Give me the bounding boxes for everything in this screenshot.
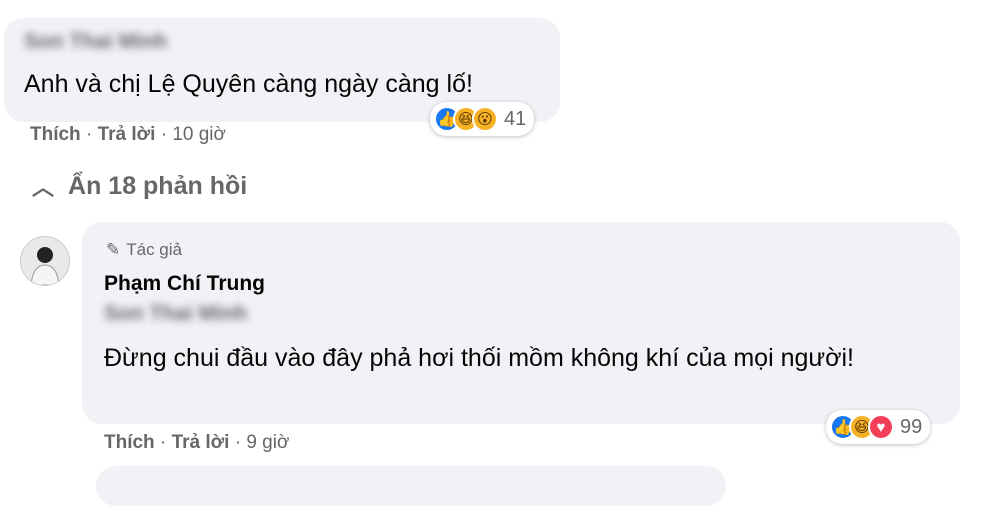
avatar[interactable] [20, 236, 70, 286]
chevron-up-icon: ︿ [32, 175, 55, 200]
like-button[interactable]: Thích [104, 432, 155, 453]
hide-replies-button[interactable]: ︿ Ẩn 18 phản hồi [32, 170, 247, 202]
separator: · [85, 124, 98, 145]
reply-button[interactable]: Trả lời [172, 432, 230, 453]
next-reply-bubble [96, 466, 726, 506]
pen-icon: ✎ [106, 240, 121, 259]
reply-mention[interactable]: Son Thai Minh [104, 302, 247, 326]
author-badge: ✎ Tác giả [106, 240, 182, 260]
reply-actions: Thích · Trả lời · 9 giờ [104, 432, 289, 454]
reply-author[interactable]: Phạm Chí Trung [104, 272, 265, 296]
comment-actions: Thích · Trả lời · 10 giờ [30, 124, 226, 146]
comment-text: Anh và chị Lệ Quyên càng ngày càng lố! [24, 70, 473, 98]
reaction-summary[interactable]: 👍 😆 😮 41 [430, 102, 535, 136]
separator: · [159, 432, 172, 453]
avatar-image [21, 237, 69, 285]
reaction-count: 99 [900, 415, 923, 438]
reply-text: Đừng chui đầu vào đây phả hơi thối mồm k… [104, 344, 854, 372]
hide-replies-label: Ẩn 18 phản hồi [68, 171, 248, 200]
like-button[interactable]: Thích [30, 124, 81, 145]
reaction-summary[interactable]: 👍 😆 ♥ 99 [826, 410, 931, 444]
reply-button[interactable]: Trả lời [98, 124, 156, 145]
separator: · [234, 432, 247, 453]
timestamp[interactable]: 10 giờ [172, 124, 226, 145]
reaction-count: 41 [504, 107, 527, 130]
wow-icon: 😮 [472, 106, 498, 132]
comment-author[interactable]: Son Thai Minh [24, 30, 167, 54]
timestamp[interactable]: 9 giờ [246, 432, 289, 453]
separator: · [160, 124, 173, 145]
love-icon: ♥ [868, 414, 894, 440]
author-badge-label: Tác giả [126, 240, 182, 259]
